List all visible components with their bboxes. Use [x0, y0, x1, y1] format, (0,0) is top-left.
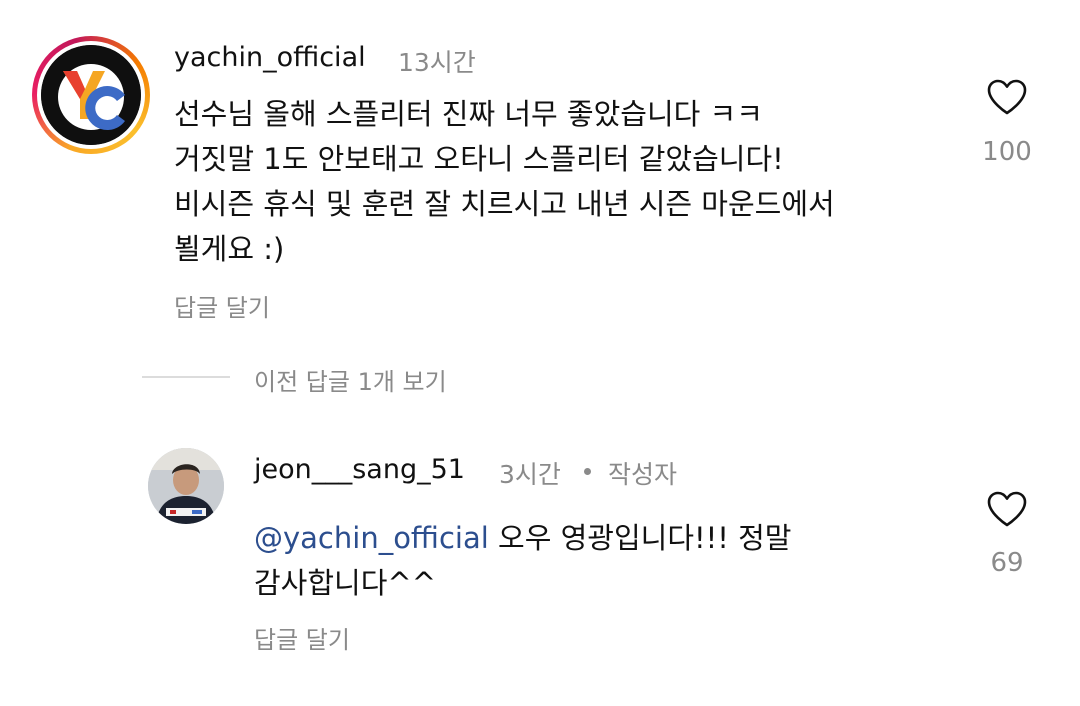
comment-text-line-3: 비시즌 휴식 및 훈련 잘 치르시고 내년 시즌 마운드에서 [174, 187, 835, 221]
separator-dot [584, 468, 591, 475]
mention-link[interactable]: @yachin_official [254, 521, 489, 555]
comment-username[interactable]: yachin_official [174, 42, 366, 73]
reply-like-count: 69 [990, 548, 1024, 578]
reply-timestamp: 3시간 [499, 460, 561, 489]
heart-outline-icon [987, 79, 1027, 115]
reply-text-line-1: @yachin_official 오우 영광입니다!!! 정말 [254, 516, 791, 561]
reply-username[interactable]: jeon___sang_51 [254, 454, 465, 485]
comment-timestamp: 13시간 [398, 48, 476, 77]
comment-like-button[interactable] [986, 78, 1028, 116]
yc-logo-icon: YC [41, 45, 141, 145]
author-badge: 작성자 [608, 460, 678, 489]
avatar-yachin-official[interactable]: YC [41, 45, 141, 145]
comment-like-count: 100 [982, 137, 1032, 167]
comment-text-line-2: 거짓말 1도 안보태고 오타니 스플리터 같았습니다! [174, 142, 784, 176]
avatar-jeon-sang-51[interactable] [148, 448, 224, 524]
reply-text-line-2: 감사합니다^^ [254, 566, 436, 600]
thread-divider [142, 376, 230, 378]
heart-outline-icon [987, 491, 1027, 527]
comment-text-line-4: 뵐게요 :) [174, 232, 285, 266]
comment-text-line-1: 선수님 올해 스플리터 진짜 너무 좋았습니다 ㅋㅋ [174, 97, 763, 131]
reply-like-button[interactable] [986, 490, 1028, 528]
profile-photo [148, 448, 224, 524]
comment-reply-button[interactable]: 답글 달기 [174, 288, 270, 323]
reply-text-rest: 오우 영광입니다!!! 정말 [488, 521, 792, 555]
reply-reply-button[interactable]: 답글 달기 [254, 620, 350, 655]
view-previous-replies-button[interactable]: 이전 답글 1개 보기 [254, 362, 447, 397]
svg-text:YC: YC [41, 45, 43, 46]
